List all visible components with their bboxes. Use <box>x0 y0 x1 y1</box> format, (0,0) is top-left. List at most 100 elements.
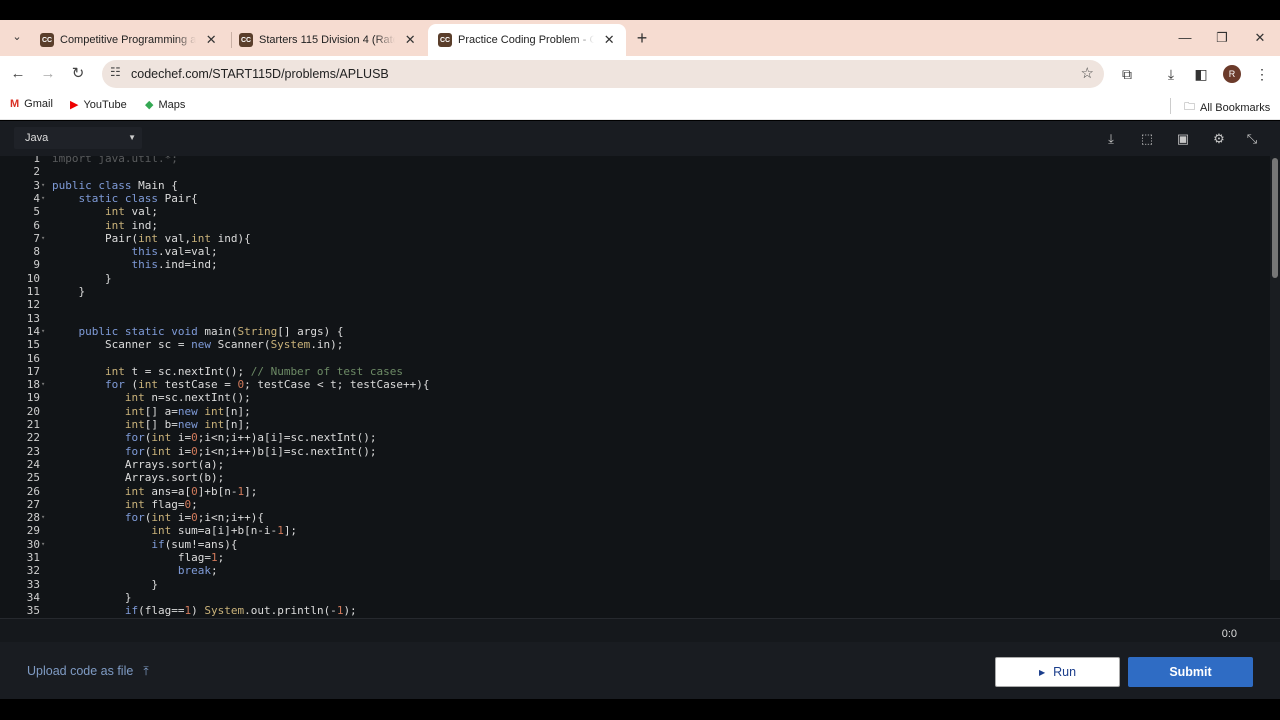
fold-arrow-icon[interactable]: ▾ <box>41 192 45 205</box>
code-line[interactable]: 28 ▾ for(int i=0;i<n;i++){ <box>0 511 1270 524</box>
tab-competitive-programming[interactable]: CC Competitive Programming and ✕ <box>30 24 228 56</box>
close-tab-icon[interactable]: ✕ <box>204 32 218 48</box>
code-line[interactable]: 27 int flag=0; <box>0 498 1270 511</box>
restore-icon[interactable]: ❐ <box>1208 26 1236 50</box>
close-tab-icon[interactable]: ✕ <box>403 32 417 48</box>
code-line[interactable]: 35 if(flag==1) System.out.println(-1); <box>0 604 1270 617</box>
line-number: 31 <box>26 551 40 564</box>
code-line[interactable]: 22 for(int i=0;i<n;i++)a[i]=sc.nextInt()… <box>0 431 1270 444</box>
code-line[interactable]: 18 ▾ for (int testCase = 0; testCase < t;… <box>0 378 1270 391</box>
line-number: 33 <box>26 577 40 591</box>
downloads-icon[interactable]: ⤓ <box>1159 62 1183 86</box>
line-number: 17 <box>26 364 40 378</box>
code-text: public class Main { <box>52 178 178 192</box>
code-line[interactable]: 16 <box>0 352 1270 365</box>
code-text: for (int testCase = 0; testCase < t; tes… <box>104 378 430 392</box>
code-line[interactable]: 34 } <box>0 591 1270 604</box>
run-button[interactable]: ▶ Run <box>995 657 1120 687</box>
fold-arrow-icon[interactable]: ▾ <box>41 511 45 524</box>
code-line[interactable]: 1 import java.util.*; <box>0 156 1270 165</box>
code-line[interactable]: 15 Scanner sc = new Scanner(System.in); <box>0 338 1270 351</box>
code-line[interactable]: 9 this.ind=ind; <box>0 258 1270 271</box>
line-number: 8 <box>33 245 40 259</box>
code-line[interactable]: 8 this.val=val; <box>0 245 1270 258</box>
code-line[interactable]: 14 ▾ public static void main(String[] arg… <box>0 325 1270 338</box>
close-tab-icon[interactable]: ✕ <box>602 32 616 48</box>
fold-arrow-icon[interactable]: ▾ <box>41 179 45 192</box>
submit-label: Submit <box>1169 665 1212 679</box>
code-line[interactable]: 17 int t = sc.nextInt(); // Number of te… <box>0 365 1270 378</box>
code-line[interactable]: 5 int val; <box>0 205 1270 218</box>
code-line[interactable]: 11 } <box>0 285 1270 298</box>
reload-icon[interactable]: ↻ <box>66 62 90 86</box>
code-text: } <box>52 590 132 604</box>
code-line[interactable]: 23 for(int i=0;i<n;i++)b[i]=sc.nextInt()… <box>0 445 1270 458</box>
settings-gear-icon[interactable]: ⚙ <box>1210 130 1228 148</box>
menu-kebab-icon[interactable]: ⋮ <box>1250 62 1274 86</box>
side-panel-icon[interactable]: ◧ <box>1189 62 1213 86</box>
bookmark-maps[interactable]: ◆ Maps <box>145 98 185 112</box>
editor-scrollbar-thumb[interactable] <box>1272 158 1278 278</box>
line-number: 23 <box>26 444 40 458</box>
code-line[interactable]: 4 ▾ static class Pair{ <box>0 192 1270 205</box>
line-number: 7 <box>33 231 40 245</box>
forward-icon[interactable]: → <box>36 62 60 86</box>
code-line[interactable]: 12 <box>0 298 1270 311</box>
tab-practice-coding-problem[interactable]: CC Practice Coding Problem - Cod ✕ <box>428 24 626 56</box>
fold-arrow-icon[interactable]: ▾ <box>41 325 45 338</box>
code-line[interactable]: 24 Arrays.sort(a); <box>0 458 1270 471</box>
code-line[interactable]: 2 <box>0 165 1270 178</box>
code-line[interactable]: 33 } <box>0 578 1270 591</box>
line-number: 13 <box>26 311 40 325</box>
code-text: for(int i=0;i<n;i++){ <box>124 511 264 525</box>
code-line[interactable]: 31 flag=1; <box>0 551 1270 564</box>
folder-icon: 🗀 <box>1184 101 1195 113</box>
code-line[interactable]: 7 ▾ Pair(int val,int ind){ <box>0 232 1270 245</box>
code-line[interactable]: 25 Arrays.sort(b); <box>0 471 1270 484</box>
gmail-icon: M <box>10 98 20 110</box>
code-line[interactable]: 32 break; <box>0 564 1270 577</box>
code-line[interactable]: 10 } <box>0 272 1270 285</box>
line-number: 12 <box>26 298 40 312</box>
language-select[interactable]: Java ▼ <box>14 127 142 149</box>
code-line[interactable]: 20 int[] a=new int[n]; <box>0 405 1270 418</box>
bookmark-youtube[interactable]: ▶ YouTube <box>70 98 127 112</box>
code-line[interactable]: 30 ▾ if(sum!=ans){ <box>0 538 1270 551</box>
back-icon[interactable]: ← <box>6 62 30 86</box>
all-bookmarks[interactable]: 🗀 All Bookmarks <box>1184 98 1270 117</box>
code-line[interactable]: 29 int sum=a[i]+b[n-i-1]; <box>0 524 1270 537</box>
code-line[interactable]: 19 int n=sc.nextInt(); <box>0 391 1270 404</box>
fold-arrow-icon[interactable]: ▾ <box>41 538 45 551</box>
site-settings-icon[interactable]: ☷ <box>110 65 121 79</box>
code-line[interactable]: 3 ▾ public class Main { <box>0 179 1270 192</box>
code-editor[interactable]: 1 import java.util.*; 2 3 ▾ public class Main… <box>0 156 1280 618</box>
download-code-icon[interactable]: ⤓ <box>1102 130 1120 148</box>
extensions-icon[interactable]: ⧉ <box>1115 62 1139 86</box>
line-number: 2 <box>33 165 40 179</box>
code-line[interactable]: 6 int ind; <box>0 219 1270 232</box>
profile-avatar[interactable]: R <box>1223 65 1241 83</box>
fold-arrow-icon[interactable]: ▾ <box>41 232 45 245</box>
code-line[interactable]: 21 int[] b=new int[n]; <box>0 418 1270 431</box>
save-code-icon[interactable]: ▣ <box>1174 130 1192 148</box>
code-text: this.ind=ind; <box>131 258 218 272</box>
line-number: 15 <box>26 338 40 352</box>
youtube-icon: ▶ <box>70 99 79 111</box>
fold-arrow-icon[interactable]: ▾ <box>41 378 45 391</box>
bookmark-gmail[interactable]: M Gmail <box>10 98 53 110</box>
code-line[interactable]: 13 <box>0 312 1270 325</box>
address-bar[interactable]: ☷ codechef.com/START115D/problems/APLUSB… <box>102 60 1104 88</box>
close-window-icon[interactable]: ✕ <box>1246 26 1274 50</box>
tab-search-icon[interactable]: ⌄ <box>6 25 28 47</box>
bottom-letterbox <box>0 699 1280 720</box>
bookmark-star-icon[interactable]: ☆ <box>1081 64 1094 82</box>
line-number: 9 <box>33 258 40 272</box>
submit-button[interactable]: Submit <box>1128 657 1253 687</box>
minimize-icon[interactable]: — <box>1171 26 1199 50</box>
upload-code-link[interactable]: Upload code as file ⤒ <box>27 664 149 679</box>
new-tab-icon[interactable]: + <box>632 28 652 48</box>
code-line[interactable]: 26 int ans=a[0]+b[n-1]; <box>0 485 1270 498</box>
tab-starters-115[interactable]: CC Starters 115 Division 4 (Rated) ✕ <box>229 24 427 56</box>
collapse-icon[interactable]: ⤡ <box>1243 130 1261 148</box>
reset-code-icon[interactable]: ⬚ <box>1138 130 1156 148</box>
